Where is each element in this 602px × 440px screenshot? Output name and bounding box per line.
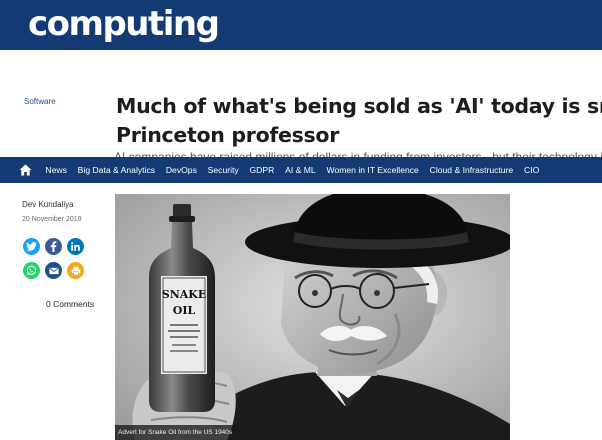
nav-item-devops[interactable]: DevOps	[160, 157, 202, 183]
image-caption: Advert for Snake Oil from the US 1940s	[115, 425, 510, 440]
site-header: computing	[0, 0, 602, 50]
linkedin-icon	[71, 242, 80, 251]
linkedin-share-button[interactable]	[67, 238, 84, 255]
nav-item-news[interactable]: News	[40, 157, 72, 183]
site-logo[interactable]: computing	[28, 2, 220, 46]
email-share-button[interactable]	[45, 262, 62, 279]
article-author[interactable]: Dev Kundaliya	[22, 200, 74, 209]
article-date: 20 November 2019	[22, 216, 82, 223]
nav-item-big-data[interactable]: Big Data & Analytics	[72, 157, 160, 183]
twitter-icon	[26, 242, 37, 251]
print-icon	[71, 266, 81, 276]
nav-item-gdpr[interactable]: GDPR	[244, 157, 280, 183]
facebook-share-button[interactable]	[45, 238, 62, 255]
home-icon[interactable]	[0, 157, 40, 183]
email-icon	[48, 267, 59, 275]
bottle-label-line-1: SNAKE	[162, 288, 206, 301]
nav-item-women-in-it[interactable]: Women in IT Excellence	[321, 157, 424, 183]
whatsapp-icon	[26, 265, 37, 276]
snake-oil-advert-illustration: SNAKE OIL	[115, 194, 510, 440]
nav-item-security[interactable]: Security	[202, 157, 244, 183]
main-nav: News Big Data & Analytics DevOps Securit…	[0, 157, 602, 183]
article-category-link[interactable]: Software	[24, 97, 56, 106]
headline-line-1: Much of what's being sold as 'AI' today …	[116, 94, 602, 118]
bottle-label-line-2: OIL	[173, 304, 196, 317]
article-headline: Much of what's being sold as 'AI' today …	[116, 92, 602, 150]
headline-line-2: Princeton professor	[116, 123, 340, 147]
article-hero-image: SNAKE OIL Advert for Snake Oil from the …	[115, 194, 510, 440]
print-share-button[interactable]	[67, 262, 84, 279]
nav-item-cloud[interactable]: Cloud & Infrastructure	[424, 157, 518, 183]
twitter-share-button[interactable]	[23, 238, 40, 255]
whatsapp-share-button[interactable]	[23, 262, 40, 279]
comments-link[interactable]: 0 Comments	[46, 299, 94, 309]
facebook-icon	[50, 241, 57, 252]
nav-item-cio[interactable]: CIO	[519, 157, 545, 183]
nav-item-ai-ml[interactable]: AI & ML	[280, 157, 321, 183]
